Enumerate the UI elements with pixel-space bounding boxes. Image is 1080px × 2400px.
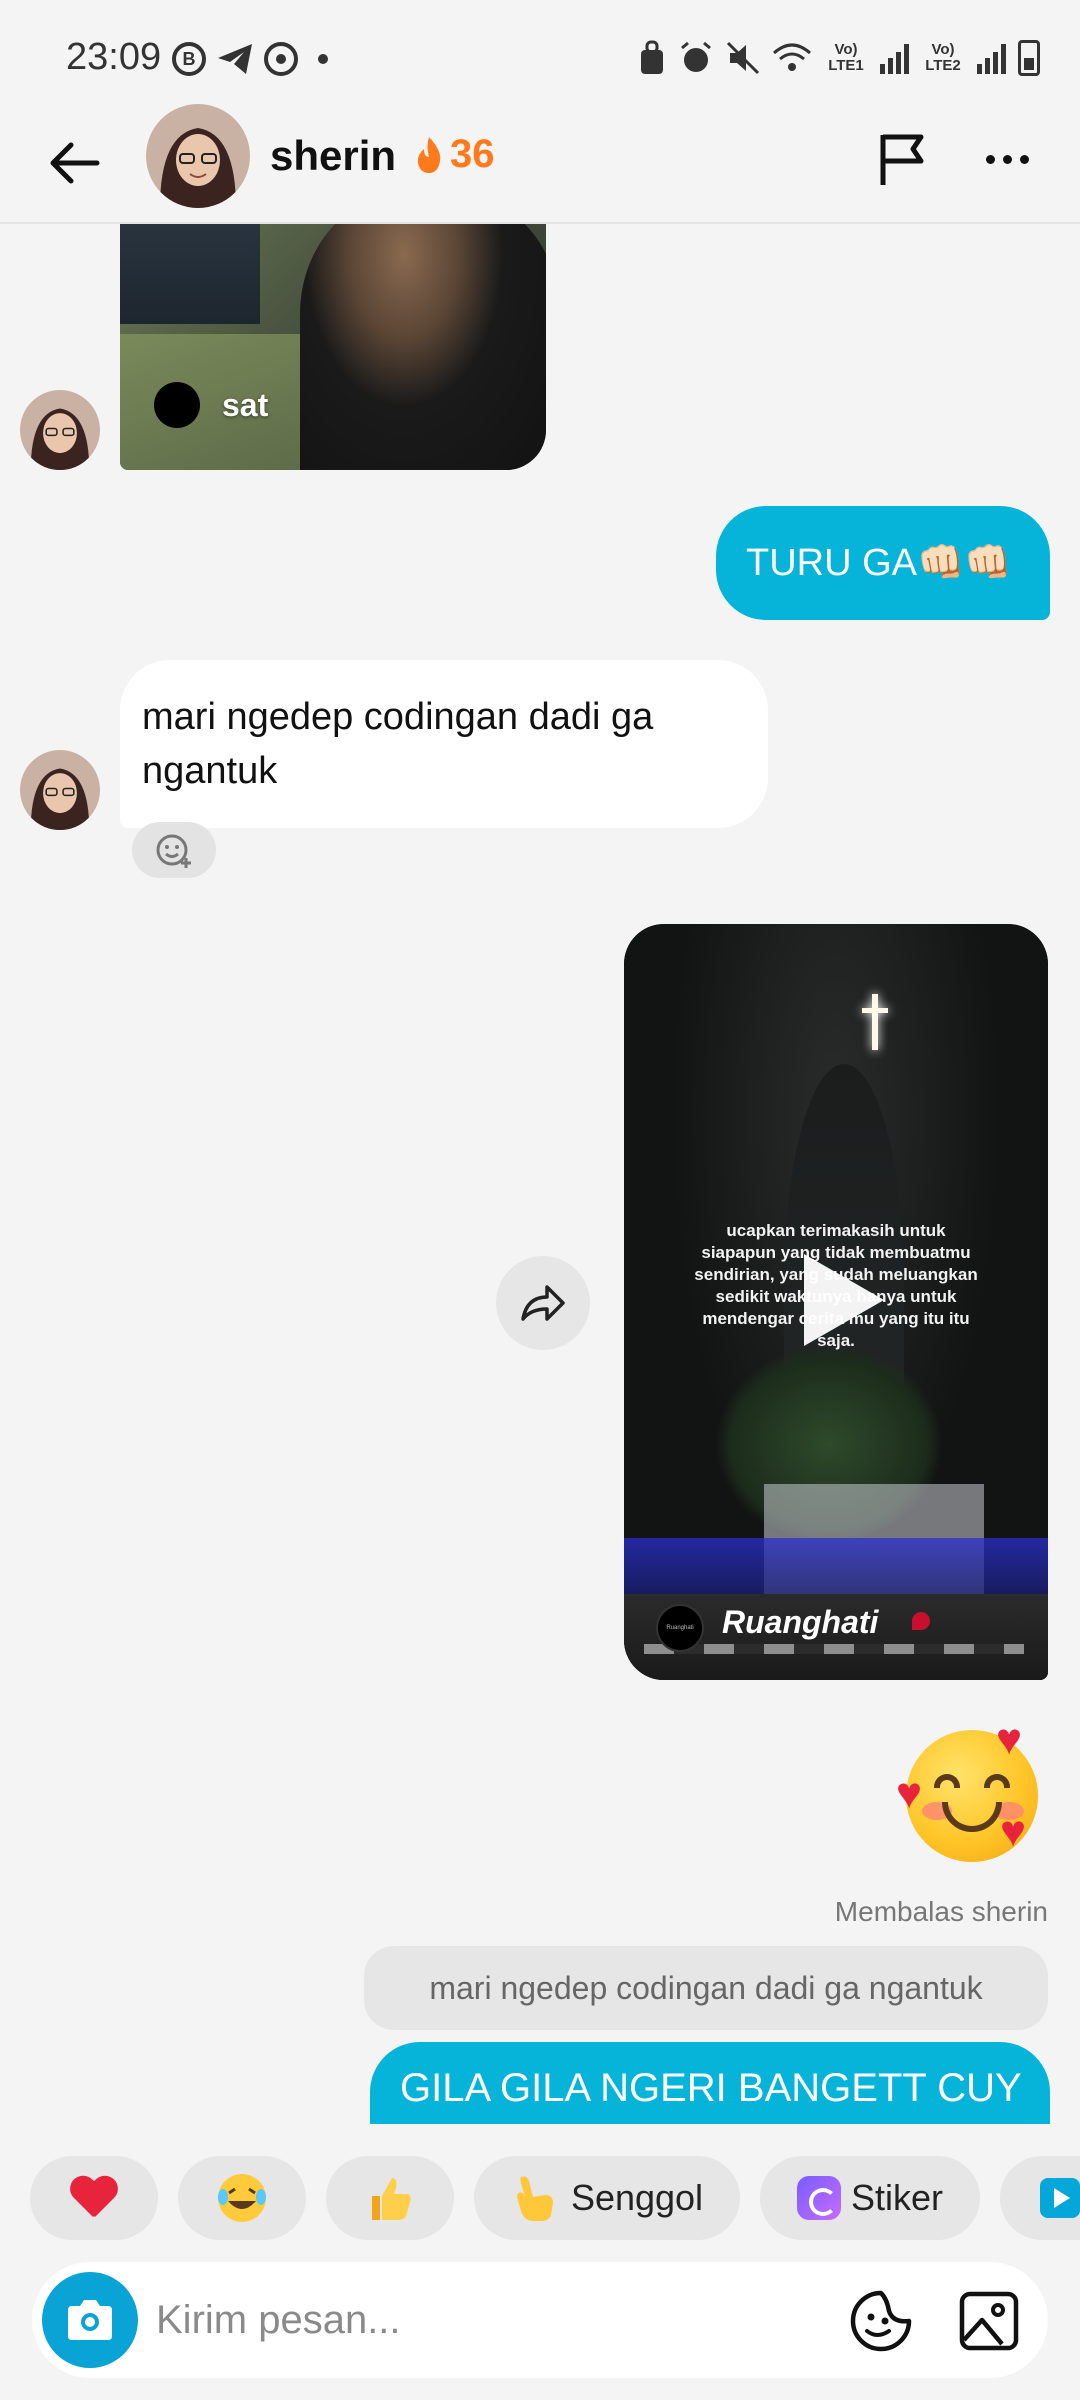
share-button[interactable] [496, 1256, 590, 1350]
status-right-icons: Vo) LTE1 Vo) LTE2 [638, 40, 1040, 76]
sender-avatar[interactable] [20, 390, 100, 470]
gallery-button[interactable] [956, 2288, 1022, 2354]
status-left-icons: B [172, 42, 328, 76]
emoji-add-icon [156, 834, 191, 868]
streak-count: 36 [450, 132, 495, 176]
quick-reply-label: Stiker [850, 2177, 944, 2218]
play-icon [1040, 2178, 1080, 2218]
contact-name[interactable]: sherin [270, 132, 396, 180]
report-flag-button[interactable] [868, 124, 938, 194]
emoji-eye [984, 1774, 1010, 1788]
heart-icon: ♥ [1000, 1807, 1027, 1856]
author-avatar [154, 382, 200, 428]
flag-icon [880, 134, 924, 185]
outgoing-message[interactable]: TURU GA👊🏻👊🏻 [716, 506, 1050, 620]
quick-reply-media[interactable] [1000, 2156, 1080, 2240]
dot-icon [318, 54, 328, 64]
flame-icon [417, 136, 441, 173]
video-cross [862, 1008, 888, 1013]
quick-reactions-row[interactable]: Senggol Stiker [0, 2156, 1080, 2244]
heart-icon: ♥ [896, 1769, 923, 1818]
quick-reaction-laugh[interactable] [178, 2156, 306, 2240]
status-time: 23:09 [66, 36, 162, 78]
reply-label: Membalas sherin [834, 1896, 1048, 1927]
more-dot-icon [1002, 154, 1012, 164]
quoted-message[interactable]: mari ngedep codingan dadi ga ngantuk [364, 1946, 1048, 2030]
photo-caption: sat [222, 386, 269, 423]
laughing-face-icon [218, 2174, 266, 2222]
quick-reaction-heart[interactable] [30, 2156, 158, 2240]
sim2-label: Vo) LTE2 [925, 41, 961, 74]
streak-badge: 36 [414, 132, 495, 177]
mute-icon [726, 41, 760, 75]
photo-message[interactable]: sat [120, 224, 546, 470]
signal-icon [880, 42, 909, 74]
telegram-icon [218, 44, 252, 74]
video-reel-message[interactable]: ucapkan terimakasih untuk siapapun yang … [624, 924, 1048, 1680]
video-road-stripe [644, 1644, 1024, 1654]
chat-header: sherin 36 [0, 100, 1080, 224]
quick-reply-stiker[interactable]: Stiker [760, 2156, 980, 2240]
back-button[interactable] [40, 128, 110, 198]
channel-name[interactable]: Ruanghati [722, 1604, 878, 1641]
signal-icon [977, 42, 1006, 74]
quick-reply-label: Senggol [570, 2177, 704, 2218]
camera-icon [68, 2300, 112, 2340]
emoji-smile [942, 1802, 1002, 1832]
video-fence [624, 1538, 1048, 1594]
emoji-sticker-message[interactable]: ♥ ♥ ♥ [896, 1715, 1048, 1866]
vpn-icon [641, 40, 663, 74]
more-dot-icon [1019, 154, 1029, 164]
heart-icon [69, 2175, 119, 2221]
outgoing-reply-message[interactable]: GILA GILA NGERI BANGETT CUY [370, 2042, 1050, 2124]
message-text: mari ngedep codingan dadi ga ngantuk [142, 696, 654, 792]
wifi-icon [773, 43, 811, 71]
thumbs-up-icon [372, 2178, 411, 2220]
gallery-icon [959, 2291, 1019, 2351]
rose-icon [912, 1612, 930, 1630]
alarm-icon [681, 41, 711, 72]
share-arrow-icon [521, 1285, 565, 1321]
sticker-face-icon [850, 2290, 912, 2352]
more-options-button[interactable] [972, 124, 1042, 194]
heart-icon: ♥ [996, 1715, 1023, 1764]
sim1-label: Vo) LTE1 [828, 41, 864, 74]
emoji-eye [934, 1774, 960, 1788]
camera-button[interactable] [42, 2272, 138, 2368]
battery-icon [1018, 40, 1040, 76]
quick-reply-senggol[interactable]: Senggol [474, 2156, 740, 2240]
channel-logo: Ruanghati [656, 1604, 704, 1652]
video-cross [872, 994, 878, 1050]
sender-avatar[interactable] [20, 750, 100, 830]
quick-reaction-thumbs-up[interactable] [326, 2156, 454, 2240]
b-icon: B [172, 42, 206, 76]
chat-thread[interactable]: sat TURU GA👊🏻👊🏻 mari ngedep codingan dad… [0, 224, 1080, 2124]
incoming-message[interactable]: mari ngedep codingan dadi ga ngantuk [120, 660, 768, 828]
photo-person [300, 224, 546, 470]
contact-avatar[interactable] [146, 104, 250, 208]
target-icon [264, 42, 298, 76]
photo-author-tag[interactable]: sat [154, 382, 268, 428]
sticker-picker-button[interactable] [848, 2288, 914, 2354]
avatar-image [20, 750, 100, 830]
more-dot-icon [985, 154, 995, 164]
message-text: TURU GA👊🏻👊🏻 [746, 542, 1012, 584]
pointing-hand-icon [516, 2176, 553, 2221]
avatar-image [20, 390, 100, 470]
photo-object [120, 224, 260, 324]
play-icon[interactable] [804, 1254, 884, 1346]
message-composer [32, 2262, 1048, 2378]
arrow-left-icon [50, 142, 100, 184]
sticker-icon [796, 2176, 841, 2220]
message-input[interactable] [156, 2290, 716, 2350]
avatar-image [146, 104, 250, 208]
add-reaction-button[interactable] [132, 822, 216, 878]
